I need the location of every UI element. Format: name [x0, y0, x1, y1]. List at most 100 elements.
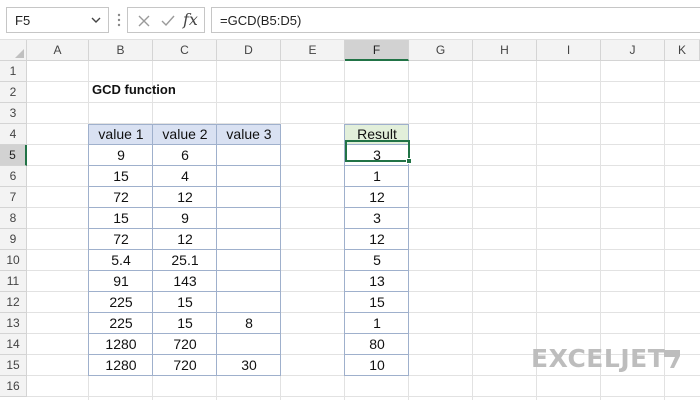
- table-cell[interactable]: 30: [217, 355, 281, 376]
- table-cell[interactable]: 9: [89, 145, 153, 166]
- result-cell[interactable]: 1: [345, 166, 409, 187]
- result-cell[interactable]: 1: [345, 313, 409, 334]
- table-cell[interactable]: [217, 145, 281, 166]
- table-border: [88, 165, 281, 166]
- gridline: [27, 102, 700, 103]
- column-header-j[interactable]: J: [601, 40, 665, 61]
- row-header-15[interactable]: 15: [0, 355, 27, 376]
- table-cell[interactable]: 720: [153, 355, 217, 376]
- row-header-13[interactable]: 13: [0, 313, 27, 334]
- table-cell[interactable]: [217, 229, 281, 250]
- check-icon[interactable]: [157, 11, 179, 31]
- row-header-8[interactable]: 8: [0, 208, 27, 229]
- row-header-6[interactable]: 6: [0, 166, 27, 187]
- table-cell[interactable]: 15: [89, 166, 153, 187]
- table-cell[interactable]: 143: [153, 271, 217, 292]
- column-header-e[interactable]: E: [281, 40, 345, 61]
- table-border: [88, 333, 281, 334]
- table-cell[interactable]: 15: [89, 208, 153, 229]
- result-cell[interactable]: 15: [345, 292, 409, 313]
- table-header-cell[interactable]: value 3: [217, 124, 281, 145]
- result-cell[interactable]: 13: [345, 271, 409, 292]
- table-header-cell[interactable]: value 1: [89, 124, 153, 145]
- table-cell[interactable]: 12: [153, 229, 217, 250]
- row-header-14[interactable]: 14: [0, 334, 27, 355]
- result-border: [344, 165, 409, 166]
- formula-text: =GCD(B5:D5): [220, 13, 302, 28]
- result-border: [344, 333, 409, 334]
- result-cell[interactable]: 3: [345, 208, 409, 229]
- column-header-f[interactable]: F: [345, 40, 409, 61]
- table-cell[interactable]: 91: [89, 271, 153, 292]
- table-border: [88, 228, 281, 229]
- fill-handle[interactable]: [406, 158, 412, 164]
- table-header-cell[interactable]: value 2: [153, 124, 217, 145]
- row-header-4[interactable]: 4: [0, 124, 27, 145]
- table-cell[interactable]: [217, 208, 281, 229]
- row-header-2[interactable]: 2: [0, 82, 27, 103]
- sheet-title: GCD function: [92, 82, 176, 97]
- column-header-a[interactable]: A: [27, 40, 89, 61]
- result-border: [344, 354, 409, 355]
- column-header-b[interactable]: B: [89, 40, 153, 61]
- row-header-1[interactable]: 1: [0, 61, 27, 82]
- name-box[interactable]: F5: [6, 7, 109, 33]
- row-header-10[interactable]: 10: [0, 250, 27, 271]
- table-cell[interactable]: 1280: [89, 334, 153, 355]
- table-cell[interactable]: [217, 292, 281, 313]
- table-border: [88, 312, 281, 313]
- table-cell[interactable]: [217, 271, 281, 292]
- table-cell[interactable]: 15: [153, 313, 217, 334]
- more-options-icon[interactable]: [115, 12, 123, 28]
- active-cell-selection[interactable]: [345, 140, 410, 162]
- chevron-down-icon[interactable]: [89, 12, 103, 28]
- row-header-11[interactable]: 11: [0, 271, 27, 292]
- cancel-icon[interactable]: [133, 11, 155, 31]
- column-header-g[interactable]: G: [409, 40, 473, 61]
- table-cell[interactable]: [217, 250, 281, 271]
- gridline: [27, 396, 700, 397]
- table-cell[interactable]: 225: [89, 313, 153, 334]
- table-border: [216, 124, 217, 376]
- column-header-i[interactable]: I: [537, 40, 601, 61]
- result-border: [344, 207, 409, 208]
- table-border: [88, 291, 281, 292]
- table-cell[interactable]: 5.4: [89, 250, 153, 271]
- table-cell[interactable]: 720: [153, 334, 217, 355]
- result-cell[interactable]: 5: [345, 250, 409, 271]
- table-cell[interactable]: 15: [153, 292, 217, 313]
- row-header-7[interactable]: 7: [0, 187, 27, 208]
- table-border: [88, 354, 281, 355]
- column-header-h[interactable]: H: [473, 40, 537, 61]
- column-header-d[interactable]: D: [217, 40, 281, 61]
- row-header-16[interactable]: 16: [0, 376, 27, 397]
- table-cell[interactable]: 4: [153, 166, 217, 187]
- row-header-9[interactable]: 9: [0, 229, 27, 250]
- table-cell[interactable]: 25.1: [153, 250, 217, 271]
- formula-input[interactable]: =GCD(B5:D5): [211, 7, 700, 33]
- result-cell[interactable]: 80: [345, 334, 409, 355]
- column-header-k[interactable]: K: [665, 40, 700, 61]
- row-header-12[interactable]: 12: [0, 292, 27, 313]
- select-all-corner[interactable]: [0, 40, 27, 61]
- column-header-c[interactable]: C: [153, 40, 217, 61]
- table-cell[interactable]: 8: [217, 313, 281, 334]
- result-cell[interactable]: 10: [345, 355, 409, 376]
- table-cell[interactable]: 12: [153, 187, 217, 208]
- table-cell[interactable]: 9: [153, 208, 217, 229]
- table-cell[interactable]: 1280: [89, 355, 153, 376]
- table-cell[interactable]: 72: [89, 229, 153, 250]
- result-cell[interactable]: 12: [345, 229, 409, 250]
- row-header-3[interactable]: 3: [0, 103, 27, 124]
- row-header-5[interactable]: 5: [0, 145, 27, 166]
- table-cell[interactable]: [217, 166, 281, 187]
- insert-function-icon[interactable]: fx: [183, 10, 198, 29]
- table-cell[interactable]: 6: [153, 145, 217, 166]
- table-border: [88, 207, 281, 208]
- table-cell[interactable]: 72: [89, 187, 153, 208]
- table-cell[interactable]: [217, 334, 281, 355]
- result-cell[interactable]: 12: [345, 187, 409, 208]
- table-cell[interactable]: 225: [89, 292, 153, 313]
- table-cell[interactable]: [217, 187, 281, 208]
- formula-buttons: fx: [127, 7, 205, 33]
